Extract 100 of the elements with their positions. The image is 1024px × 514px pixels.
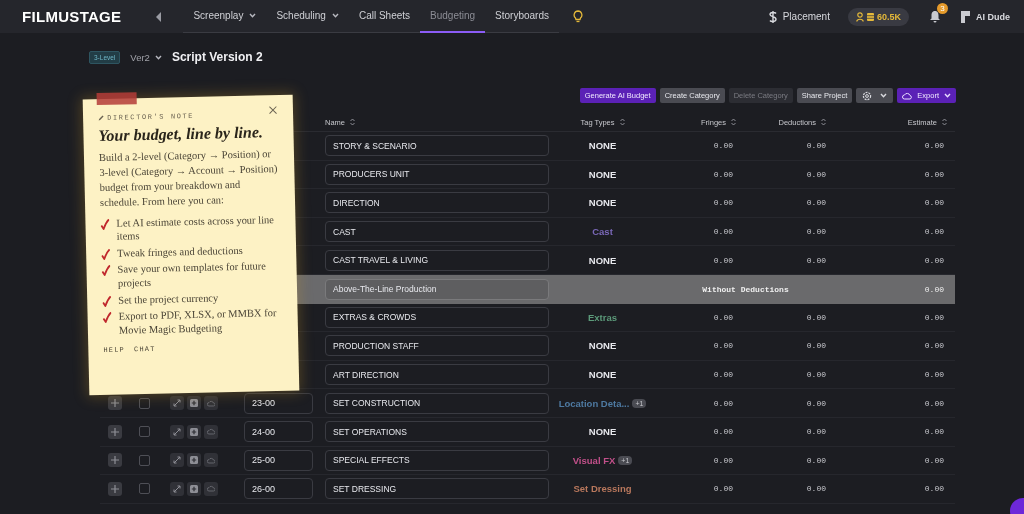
tag-type-label: NONE: [588, 254, 617, 266]
tag-type-label: NONE: [588, 369, 617, 381]
row-checkbox[interactable]: [139, 426, 150, 438]
expand-icon[interactable]: [170, 396, 184, 411]
note-list-item: Save your own templates for future projects: [117, 259, 268, 291]
deductions-value: 0.00: [805, 198, 826, 208]
fringes-value: 0.00: [712, 455, 733, 465]
category-name-field[interactable]: SPECIAL EFFECTS: [325, 449, 549, 471]
category-name-field[interactable]: DIRECTION: [325, 192, 549, 214]
category-name-field[interactable]: SET OPERATIONS: [325, 421, 549, 443]
deductions-value: 0.00: [805, 398, 826, 408]
credits-amount: 60.5K: [876, 11, 901, 22]
close-icon[interactable]: [268, 106, 278, 115]
deductions-value: 0.00: [805, 141, 826, 151]
check-icon: [101, 248, 111, 260]
estimate-value: 0.00: [923, 255, 944, 265]
nav-tab[interactable]: Scheduling: [266, 0, 349, 33]
nav-tab[interactable]: Call Sheets: [348, 0, 421, 33]
category-name-field[interactable]: SET CONSTRUCTION: [325, 392, 549, 414]
tag-type-label: Location Deta...: [558, 397, 630, 409]
tag-type-label: NONE: [588, 197, 617, 209]
deductions-value: 0.00: [805, 312, 826, 322]
drag-handle[interactable]: [108, 396, 122, 411]
account-code-field[interactable]: 25-00: [244, 449, 313, 471]
add-icon[interactable]: [187, 424, 201, 439]
user-icon: [961, 10, 970, 23]
add-icon[interactable]: [187, 396, 201, 411]
expand-icon[interactable]: [170, 453, 184, 468]
lightbulb-icon[interactable]: [573, 10, 583, 23]
fringes-value: 0.00: [712, 398, 733, 408]
deductions-value: 0.00: [805, 427, 826, 437]
sort-icon: [821, 118, 826, 126]
pencil-icon: [98, 114, 105, 122]
check-icon: [102, 312, 112, 324]
category-name-field[interactable]: PRODUCTION STAFF: [325, 335, 549, 357]
cloud-icon: [902, 91, 913, 100]
cloud-icon[interactable]: [204, 396, 218, 411]
category-name-field[interactable]: STORY & SCENARIO: [325, 135, 549, 157]
estimate-value: 0.00: [923, 398, 944, 408]
tape-strip: [96, 92, 137, 106]
cloud-icon[interactable]: [204, 424, 218, 439]
category-name-field[interactable]: SET DRESSING: [325, 478, 549, 500]
tag-type-label: Visual FX: [572, 454, 616, 466]
deductions-value: 0.00: [805, 255, 826, 265]
drag-handle[interactable]: [108, 453, 122, 468]
nav-tab[interactable]: Screenplay: [183, 0, 267, 33]
cloud-icon[interactable]: [204, 453, 218, 468]
back-arrow-icon[interactable]: [155, 11, 164, 22]
deductions-value: 0.00: [805, 455, 826, 465]
version-dropdown[interactable]: Ver2: [130, 51, 162, 63]
nav-tab[interactable]: Budgeting: [420, 0, 486, 33]
settings-dropdown[interactable]: [856, 88, 894, 103]
tag-type-label: Set Dressing: [573, 483, 632, 495]
account-code-field[interactable]: 24-00: [244, 421, 313, 443]
category-name-field[interactable]: PRODUCERS UNIT: [325, 163, 549, 185]
drag-handle[interactable]: [108, 481, 122, 496]
note-list-item: Tweak fringes and deductions: [117, 243, 243, 261]
caret-icon: [944, 93, 951, 98]
fringes-value: 0.00: [712, 141, 733, 151]
fringes-value: 0.00: [712, 341, 733, 351]
estimate-value: 0.00: [923, 455, 944, 465]
fringes-value: 0.00: [712, 255, 733, 265]
category-name-field[interactable]: ART DIRECTION: [325, 364, 549, 386]
estimate-value: 0.00: [923, 169, 944, 179]
drag-handle[interactable]: [108, 424, 122, 439]
row-checkbox[interactable]: [139, 454, 150, 466]
add-icon[interactable]: [187, 453, 201, 468]
sort-icon: [942, 118, 947, 126]
cloud-icon[interactable]: [204, 481, 218, 496]
notification-bell-icon[interactable]: [929, 10, 941, 23]
category-name-field[interactable]: CAST TRAVEL & LIVING: [325, 249, 549, 271]
row-checkbox[interactable]: [139, 483, 150, 495]
coin-stack-icon: [866, 12, 874, 21]
dollar-icon: [768, 9, 777, 24]
check-icon: [101, 265, 111, 277]
category-name-field[interactable]: EXTRAS & CROWDS: [325, 306, 549, 328]
deductions-value: 0.00: [805, 484, 826, 494]
fringes-value: 0.00: [712, 227, 733, 237]
account-code-field[interactable]: 23-00: [244, 392, 313, 414]
note-list-item: Export to PDF, XLSX, or MMBX for Movie Magic Budgeting: [118, 306, 278, 338]
expand-icon[interactable]: [170, 424, 184, 439]
fringes-value: 0.00: [712, 198, 733, 208]
add-icon[interactable]: [187, 481, 201, 496]
tag-type-label: NONE: [588, 140, 617, 152]
logo[interactable]: FILMUSTAGE: [22, 8, 122, 25]
script-title: Script Version 2: [171, 50, 263, 64]
account-code-field[interactable]: 26-00: [244, 478, 313, 500]
credits-pill[interactable]: 60.5K: [847, 7, 909, 26]
sort-icon: [619, 118, 625, 126]
row-checkbox[interactable]: [139, 397, 150, 409]
placement-link[interactable]: Placement: [782, 11, 830, 22]
tag-type-label: Cast: [592, 226, 613, 238]
category-name-field[interactable]: CAST: [325, 221, 549, 243]
nav-tab[interactable]: Storyboards: [485, 0, 559, 33]
estimate-value: 0.00: [923, 484, 944, 494]
note-list-item: Let AI estimate costs across your line items: [116, 212, 276, 244]
sort-icon: [731, 118, 736, 126]
user-name[interactable]: AI Dude: [976, 11, 1010, 22]
expand-icon[interactable]: [170, 481, 184, 496]
group-name-field[interactable]: Above-The-Line Production: [325, 278, 549, 300]
